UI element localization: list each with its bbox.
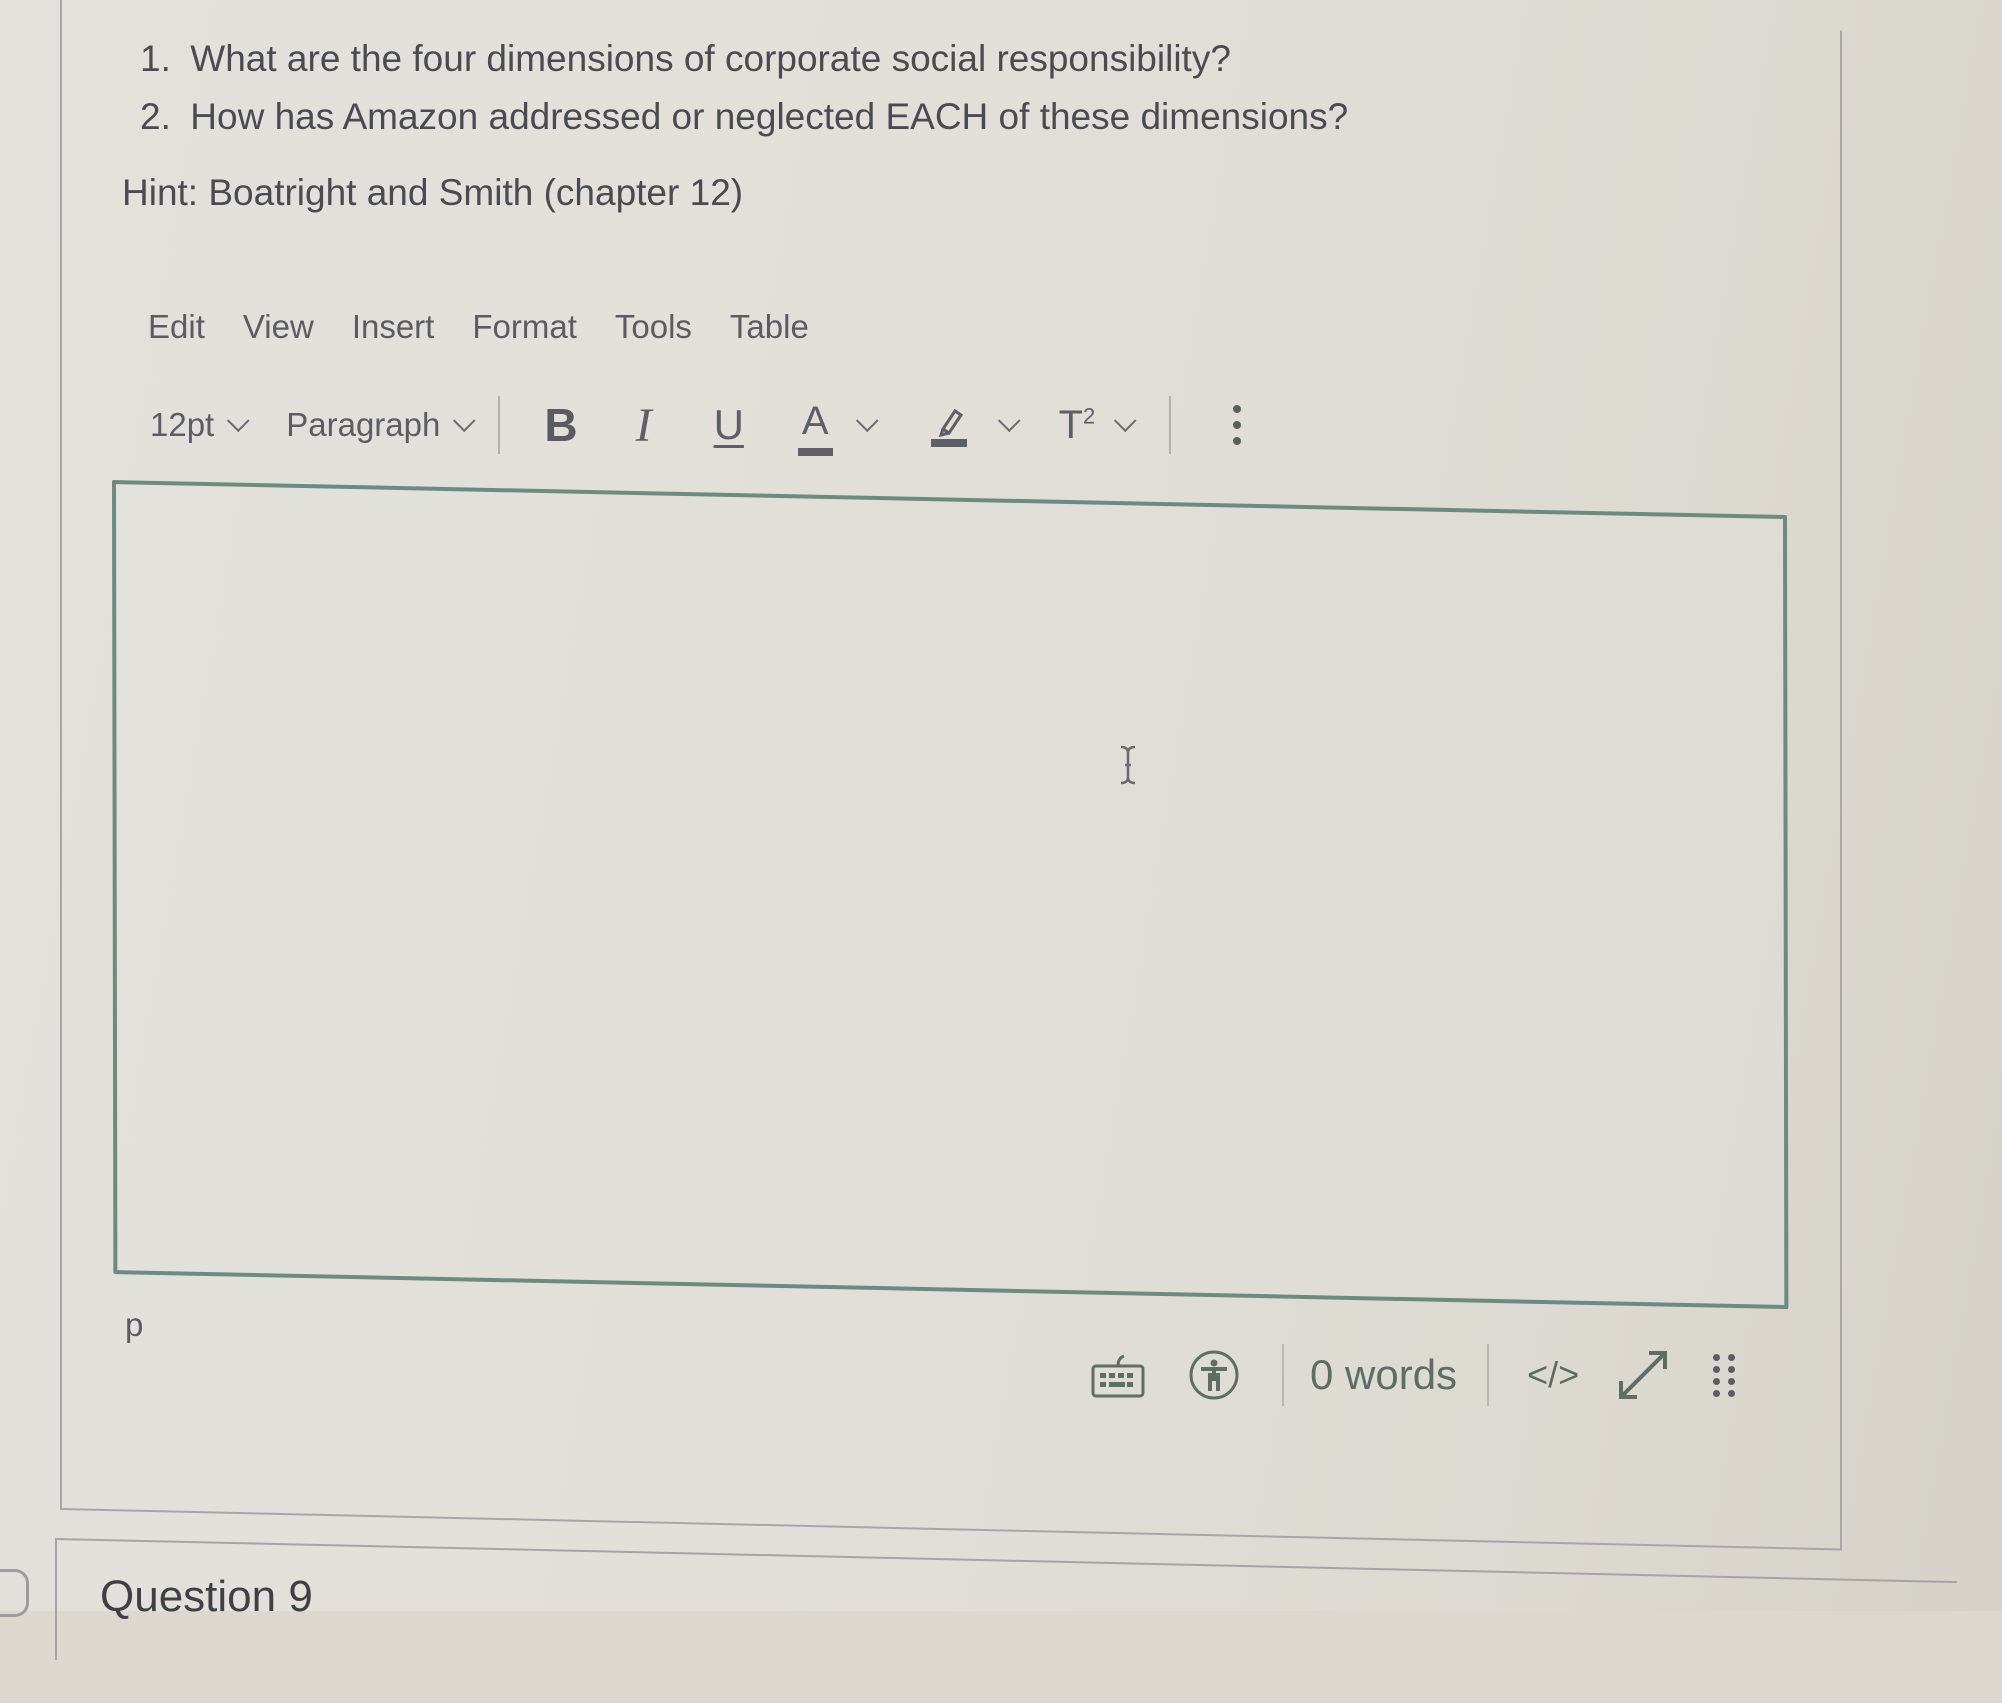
superscript-dropdown[interactable] [1113, 409, 1137, 433]
highlighter-icon [930, 408, 967, 447]
question-list: 1. What are the four dimensions of corpo… [140, 30, 1348, 146]
resize-handle[interactable] [1713, 1353, 1736, 1397]
statusbar-divider [1487, 1344, 1490, 1406]
chevron-down-icon [227, 409, 250, 433]
rich-text-editor-content[interactable] [112, 480, 1789, 1310]
chevron-down-icon [997, 409, 1021, 433]
italic-icon: I [635, 398, 652, 452]
toolbar-divider [1169, 396, 1172, 454]
chevron-down-icon [453, 409, 476, 433]
more-options-button[interactable] [1233, 405, 1242, 445]
block-format-value: Paragraph [286, 406, 441, 443]
chevron-down-icon [1114, 409, 1137, 433]
block-format-select[interactable]: Paragraph [286, 406, 476, 444]
editor-toolbar: 12pt Paragraph B I U A T2 [150, 395, 1242, 456]
html-editor-toggle[interactable]: </> [1527, 1354, 1579, 1396]
question-item: 1. What are the four dimensions of corpo… [140, 30, 1348, 88]
question-text: What are the four dimensions of corporat… [190, 38, 1231, 79]
editor-statusbar: 0 words </> [1090, 1340, 1736, 1410]
menu-view[interactable]: View [243, 308, 314, 346]
grip-dot [1713, 1377, 1721, 1385]
chevron-down-icon [855, 409, 879, 433]
statusbar-divider [1282, 1344, 1284, 1406]
grip-dot [1713, 1353, 1721, 1361]
menu-edit[interactable]: Edit [148, 308, 205, 346]
grip-dot [1713, 1389, 1721, 1397]
highlight-color-button[interactable] [929, 403, 969, 447]
keyboard-icon [1091, 1354, 1145, 1398]
superscript-icon: T2 [1059, 403, 1096, 448]
accessibility-icon [1189, 1350, 1239, 1400]
grip-dot [1728, 1353, 1736, 1361]
grip-dot [1728, 1365, 1736, 1373]
text-color-button[interactable]: A [797, 399, 833, 456]
menu-tools[interactable]: Tools [615, 308, 692, 346]
kebab-dot [1233, 421, 1242, 429]
grip-dot [1713, 1365, 1721, 1373]
question-text: How has Amazon addressed or neglected EA… [190, 96, 1349, 137]
editor-menubar: Edit View Insert Format Tools Table [148, 308, 809, 346]
question-number: 1. [140, 38, 171, 79]
font-size-select[interactable]: 12pt [150, 406, 250, 444]
grip-dot [1728, 1377, 1736, 1385]
bold-icon: B [544, 399, 578, 451]
accessibility-checker-button[interactable] [1188, 1349, 1240, 1401]
underline-button[interactable]: U [714, 401, 744, 449]
next-question-title: Question 9 [100, 1572, 313, 1621]
text-color-dropdown[interactable] [855, 409, 879, 433]
highlight-color-dropdown[interactable] [997, 409, 1021, 433]
menu-format[interactable]: Format [472, 308, 577, 346]
question-number: 2. [140, 96, 171, 137]
superscript-base: T [1058, 402, 1084, 447]
fullscreen-button[interactable] [1613, 1345, 1673, 1405]
menu-insert[interactable]: Insert [352, 308, 435, 346]
italic-button[interactable]: I [636, 398, 652, 453]
superscript-button[interactable]: T2 [1059, 403, 1096, 448]
element-path[interactable]: p [125, 1306, 143, 1344]
keyboard-shortcuts-button[interactable] [1090, 1350, 1146, 1400]
kebab-dot [1233, 437, 1242, 445]
kebab-dot [1233, 405, 1242, 413]
expand-diagonal-icon [1619, 1351, 1668, 1399]
text-cursor-icon [1120, 745, 1136, 785]
superscript-exp: 2 [1083, 403, 1096, 429]
bold-button[interactable]: B [544, 398, 577, 452]
question-hint: Hint: Boatright and Smith (chapter 12) [122, 172, 744, 213]
text-color-icon: A [797, 399, 833, 456]
word-count[interactable]: 0 words [1310, 1351, 1457, 1399]
grip-dot [1728, 1389, 1736, 1397]
font-size-value: 12pt [150, 406, 215, 443]
toolbar-divider [498, 396, 501, 454]
underline-icon: U [713, 401, 744, 448]
flag-question-icon[interactable] [0, 1569, 29, 1617]
menu-table[interactable]: Table [730, 308, 809, 346]
question-item: 2. How has Amazon addressed or neglected… [140, 88, 1348, 146]
